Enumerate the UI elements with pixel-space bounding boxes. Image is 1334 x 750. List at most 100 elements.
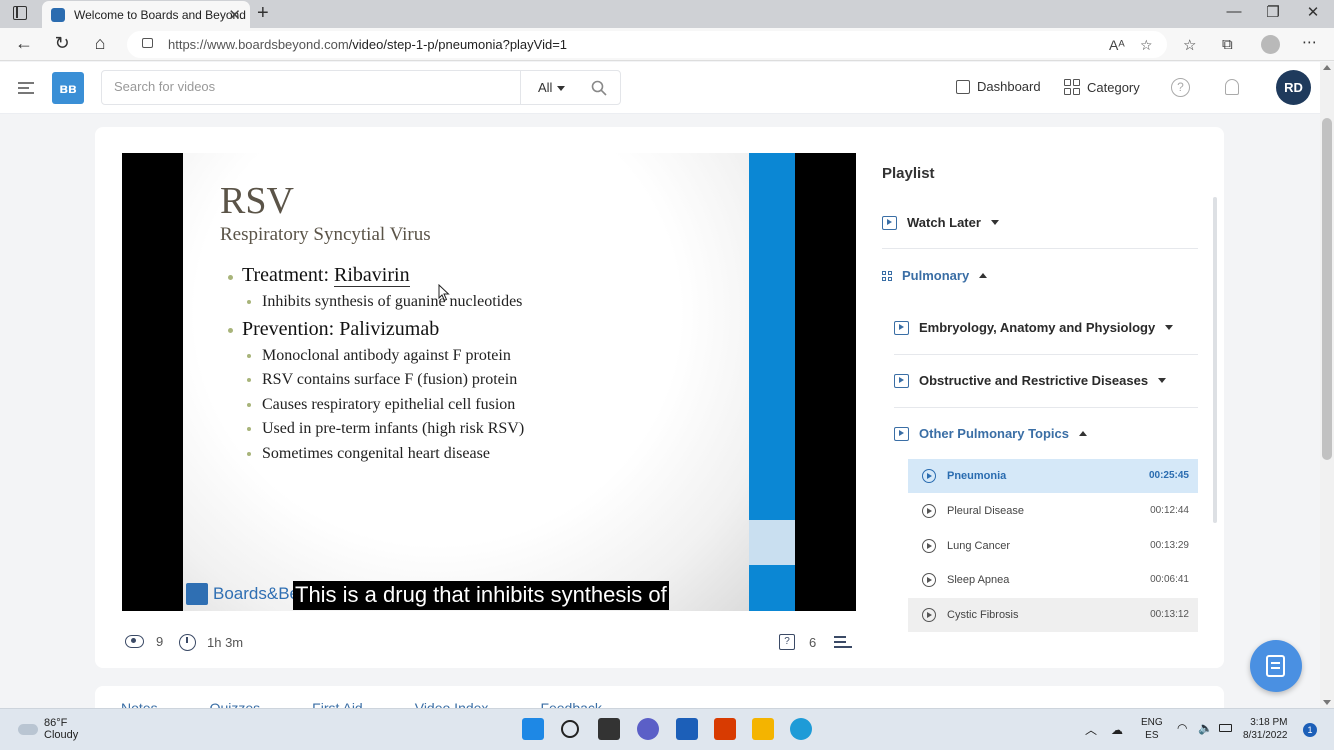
search-bar: All — [101, 70, 621, 105]
help-icon[interactable]: ? — [1171, 78, 1190, 97]
new-tab-icon[interactable]: + — [257, 2, 269, 25]
site-favicon-icon — [51, 7, 65, 22]
nav-dashboard[interactable]: Dashboard — [956, 79, 1041, 94]
nav-category-label: Category — [1087, 79, 1140, 95]
dashboard-icon — [956, 79, 970, 94]
file-explorer-icon[interactable] — [752, 718, 774, 740]
system-tray[interactable]: ︿ ☁ — [1085, 721, 1123, 738]
bullet-dot — [247, 354, 251, 358]
watch-later-toggle[interactable]: Watch Later — [882, 215, 999, 230]
chevron-down-icon — [557, 86, 566, 92]
scroll-up-icon[interactable] — [1323, 65, 1331, 70]
slide-logo: Boards&Be — [186, 583, 299, 605]
playlist-scrollbar[interactable] — [1213, 197, 1217, 523]
lock-icon[interactable] — [142, 38, 153, 48]
question-icon: ? — [779, 634, 795, 650]
slide-subbullet: Monoclonal antibody against F protein — [262, 347, 511, 364]
minimize-icon[interactable]: — — [1214, 3, 1254, 20]
volume-icon[interactable]: 🔈 — [1198, 721, 1213, 735]
chevron-up-icon[interactable]: ︿ — [1085, 721, 1097, 738]
playlist-video-item[interactable]: Cystic Fibrosis 00:13:12 — [908, 598, 1198, 632]
video-list-icon — [894, 320, 909, 335]
notes-button[interactable] — [1250, 640, 1302, 692]
slide-accent-bar — [749, 520, 795, 565]
scrollbar-thumb[interactable] — [1322, 118, 1332, 460]
read-aloud-icon[interactable]: Aᴬ — [1109, 37, 1125, 53]
site-header: ʙʙ All Dashboard Category ? RD — [0, 62, 1320, 114]
category-icon — [1064, 79, 1080, 95]
favorites-icon[interactable]: ☆ — [1183, 36, 1196, 54]
system-clock[interactable]: 3:18 PM 8/31/2022 — [1243, 716, 1288, 742]
notes-icon — [1266, 655, 1285, 677]
address-bar[interactable]: https://www.boardsbeyond.com/video/step-… — [127, 31, 1167, 58]
search-input[interactable] — [114, 79, 494, 94]
play-circle-icon — [922, 504, 936, 518]
slide-subbullet: Sometimes congenital heart disease — [262, 445, 490, 462]
collections-icon[interactable]: ⧉ — [1222, 36, 1233, 53]
bullet-dot — [247, 452, 251, 456]
search-scope-select[interactable]: All — [520, 71, 578, 104]
close-window-icon[interactable]: ✕ — [1293, 3, 1333, 21]
bullet-dot — [247, 403, 251, 407]
section-embryology-toggle[interactable]: Embryology, Anatomy and Physiology — [894, 320, 1174, 335]
search-icon[interactable] — [561, 720, 579, 738]
section-other-topics-toggle[interactable]: Other Pulmonary Topics — [894, 426, 1088, 441]
slide-accent-bar — [749, 153, 795, 520]
battery-icon[interactable] — [1219, 724, 1232, 732]
chevron-down-icon — [990, 220, 999, 225]
tab-title: Welcome to Boards and Beyond — [74, 7, 246, 22]
video-player[interactable]: RSV Respiratory Syncytial Virus Treatmen… — [122, 153, 856, 611]
browser-profile-icon[interactable] — [1261, 35, 1280, 54]
chevron-up-icon — [1079, 431, 1088, 436]
subject-pulmonary-toggle[interactable]: Pulmonary — [882, 268, 988, 283]
weather-widget[interactable]: 86°F Cloudy — [18, 717, 78, 741]
divider — [894, 407, 1198, 408]
home-icon[interactable]: ⌂ — [89, 33, 111, 54]
chevron-up-icon — [979, 273, 988, 278]
search-icon[interactable] — [591, 80, 607, 96]
playlist-video-item[interactable]: Lung Cancer 00:13:29 — [908, 529, 1198, 563]
scroll-down-icon[interactable] — [1323, 700, 1331, 705]
teams-chat-icon[interactable] — [637, 718, 659, 740]
windows-start-icon[interactable] — [522, 718, 544, 740]
page-scrollbar[interactable] — [1320, 62, 1334, 708]
url-text[interactable]: https://www.boardsbeyond.com/video/step-… — [168, 37, 567, 52]
office-icon[interactable] — [714, 718, 736, 740]
avatar[interactable]: RD — [1276, 70, 1311, 105]
add-favorite-icon[interactable]: ☆ — [1140, 37, 1153, 54]
nav-category[interactable]: Category — [1064, 79, 1140, 95]
task-view-icon[interactable] — [598, 718, 620, 740]
notification-bell-icon[interactable] — [1225, 79, 1239, 95]
playlist-video-item[interactable]: Pneumonia 00:25:45 — [908, 459, 1198, 493]
restore-icon[interactable]: ❐ — [1253, 3, 1293, 21]
windows-taskbar: 86°F Cloudy ︿ ☁ ENG ES ◠ 🔈 3:18 PM 8/31/2022… — [0, 708, 1334, 750]
notification-badge[interactable]: 1 — [1303, 723, 1317, 737]
playlist-video-item[interactable]: Sleep Apnea 00:06:41 — [908, 563, 1198, 597]
browser-tab[interactable]: Welcome to Boards and Beyond ✕ — [42, 1, 250, 28]
back-icon[interactable]: ← — [13, 33, 35, 54]
play-circle-icon — [922, 608, 936, 622]
menu-icon[interactable] — [18, 82, 34, 94]
playlist-video-item[interactable]: Pleural Disease 00:12:44 — [908, 494, 1198, 528]
play-circle-icon — [922, 469, 936, 483]
playlist-title: Playlist — [882, 165, 935, 182]
more-menu-icon[interactable]: ⋯ — [1302, 33, 1317, 51]
refresh-icon[interactable]: ↻ — [51, 33, 73, 54]
slide-bullet: Prevention: Palivizumab — [242, 318, 440, 340]
onedrive-icon[interactable]: ☁ — [1111, 723, 1123, 737]
language-indicator[interactable]: ENG ES — [1141, 716, 1163, 742]
lecture-slide: RSV Respiratory Syncytial Virus Treatmen… — [183, 153, 749, 611]
section-obstructive-toggle[interactable]: Obstructive and Restrictive Diseases — [894, 373, 1167, 388]
slide-subbullet: Causes respiratory epithelial cell fusio… — [262, 396, 516, 413]
questions-button[interactable]: ? 6 — [779, 634, 816, 650]
store-icon[interactable] — [676, 718, 698, 740]
tab-actions-icon[interactable] — [13, 6, 27, 20]
video-caption: This is a drug that inhibits synthesis o… — [293, 581, 669, 610]
edge-browser-icon[interactable] — [790, 718, 812, 740]
site-logo[interactable]: ʙʙ — [52, 72, 84, 104]
cloud-icon — [18, 723, 38, 735]
slide-subbullet: RSV contains surface F (fusion) protein — [262, 371, 518, 388]
tab-close-icon[interactable]: ✕ — [228, 6, 241, 24]
wifi-icon[interactable]: ◠ — [1177, 721, 1187, 735]
add-to-playlist-icon[interactable] — [834, 636, 852, 650]
